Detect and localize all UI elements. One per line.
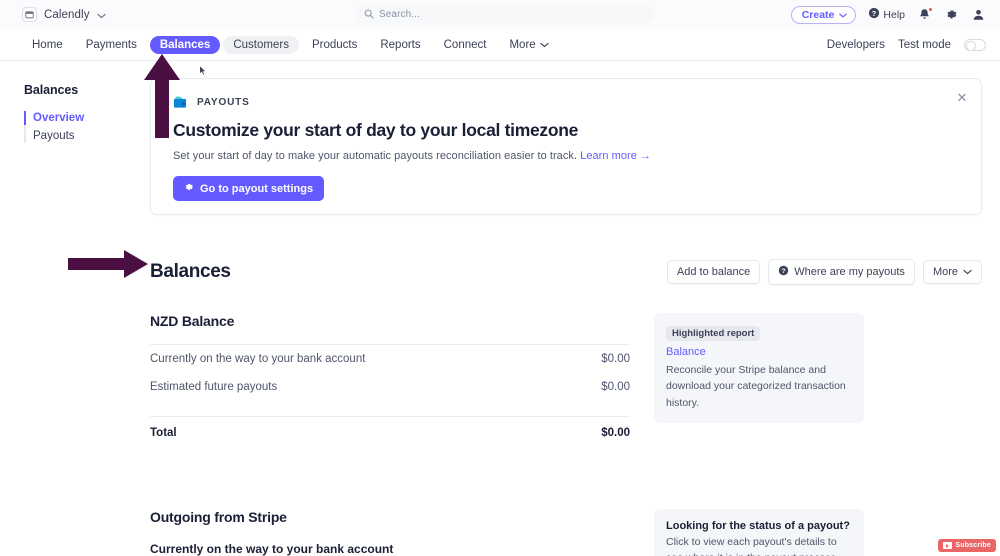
banner-learn-more-link[interactable]: Learn more → xyxy=(580,150,651,162)
stripe-dashboard-screenshot: Calendly Search... Create ? Help Home Pa… xyxy=(0,0,1000,556)
left-sidebar: Balances Overview Payouts xyxy=(0,61,150,145)
banner-body: Set your start of day to make your autom… xyxy=(173,150,961,162)
question-circle-icon: ? xyxy=(868,7,880,22)
highlighted-report-link[interactable]: Balance xyxy=(666,346,852,358)
highlighted-report-pill: Highlighted report xyxy=(666,326,761,341)
test-mode-toggle[interactable] xyxy=(964,38,986,51)
add-to-balance-label: Add to balance xyxy=(676,266,751,278)
go-to-payout-settings-label: Go to payout settings xyxy=(200,182,314,195)
balance-row-amount: $0.00 xyxy=(601,353,630,365)
notifications-button[interactable] xyxy=(917,7,933,22)
create-button-label: Create xyxy=(801,8,835,21)
play-badge-icon xyxy=(943,542,953,549)
account-name: Calendly xyxy=(44,8,90,21)
account-switcher[interactable]: Calendly xyxy=(22,6,106,24)
nav-item-reports[interactable]: Reports xyxy=(370,36,430,54)
chevron-down-icon xyxy=(963,266,972,278)
payouts-banner: PAYOUTS Customize your start of day to y… xyxy=(150,78,982,215)
balance-row: Currently on the way to your bank accoun… xyxy=(150,345,630,373)
main-content: PAYOUTS Customize your start of day to y… xyxy=(150,61,1000,556)
stripe-account-logo-icon xyxy=(22,7,37,22)
chevron-down-icon xyxy=(96,6,106,24)
subscribe-label: Subscribe xyxy=(955,542,991,549)
chevron-down-icon xyxy=(839,9,848,21)
where-are-my-payouts-button[interactable]: ? Where are my payouts xyxy=(768,259,915,285)
highlighted-report-card: Highlighted report Balance Reconcile you… xyxy=(654,313,864,423)
nav-item-payments[interactable]: Payments xyxy=(76,36,147,54)
arrow-right-icon: → xyxy=(640,150,652,162)
nav-item-products[interactable]: Products xyxy=(302,36,367,54)
page-actions: Add to balance ? Where are my payouts Mo… xyxy=(666,259,982,285)
nav-item-more[interactable]: More xyxy=(499,36,558,54)
nav-item-more-label: More xyxy=(509,38,536,51)
banner-body-text: Set your start of day to make your autom… xyxy=(173,150,578,162)
highlighted-report-column: Highlighted report Balance Reconcile you… xyxy=(654,313,864,447)
add-to-balance-button[interactable]: Add to balance xyxy=(666,260,761,284)
nav-items: Home Payments Balances Customers Product… xyxy=(22,35,559,54)
go-to-payout-settings-button[interactable]: Go to payout settings xyxy=(173,176,325,201)
wallet-icon xyxy=(173,95,188,109)
gear-icon xyxy=(184,182,194,195)
outgoing-from-stripe-section: Outgoing from Stripe Currently on the wa… xyxy=(150,509,1000,556)
outgoing-sub-heading: Currently on the way to your bank accoun… xyxy=(150,542,394,556)
settings-button[interactable] xyxy=(944,7,959,22)
create-button[interactable]: Create xyxy=(790,5,857,24)
banner-learn-more-label: Learn more xyxy=(580,150,637,162)
page-title: Balances xyxy=(150,261,231,282)
where-are-my-payouts-label: Where are my payouts xyxy=(794,266,905,278)
outgoing-panel: Outgoing from Stripe Currently on the wa… xyxy=(150,509,630,556)
more-button-label: More xyxy=(932,266,958,278)
question-circle-icon: ? xyxy=(778,265,789,279)
subscribe-overlay-badge[interactable]: Subscribe xyxy=(938,539,996,552)
banner-kicker: PAYOUTS xyxy=(173,95,961,109)
payout-status-heading: Looking for the status of a payout? xyxy=(666,520,850,532)
sidebar-item-payouts[interactable]: Payouts xyxy=(33,127,150,145)
balance-total-label: Total xyxy=(150,427,177,439)
nav-item-home[interactable]: Home xyxy=(22,36,73,54)
svg-text:?: ? xyxy=(872,9,877,18)
nzd-balance-section: NZD Balance Currently on the way to your… xyxy=(150,313,1000,447)
balance-row-label: Estimated future payouts xyxy=(150,381,278,393)
nav-item-balances[interactable]: Balances xyxy=(149,35,221,54)
nav-item-connect[interactable]: Connect xyxy=(434,36,497,54)
top-bar-actions: Create ? Help xyxy=(790,0,986,29)
payout-status-text: Click to view each payout's details to s… xyxy=(666,536,839,556)
balance-total-amount: $0.00 xyxy=(601,427,630,439)
search-placeholder: Search... xyxy=(379,9,420,20)
nzd-balance-panel: NZD Balance Currently on the way to your… xyxy=(150,313,630,447)
top-bar: Calendly Search... Create ? Help xyxy=(0,0,1000,29)
balance-total-row: Total $0.00 xyxy=(150,417,630,447)
banner-kicker-label: PAYOUTS xyxy=(197,96,250,108)
more-button[interactable]: More xyxy=(922,260,982,284)
search-icon xyxy=(364,6,374,24)
developers-link[interactable]: Developers xyxy=(827,39,885,51)
banner-heading: Customize your start of day to your loca… xyxy=(173,120,579,140)
page-header: Balances Add to balance ? Where are my p… xyxy=(150,259,982,285)
highlighted-report-text: Reconcile your Stripe balance and downlo… xyxy=(666,364,846,409)
profile-button[interactable] xyxy=(971,7,986,22)
nav-item-customers[interactable]: Customers xyxy=(223,35,299,54)
annotation-arrow-right xyxy=(66,248,150,285)
chevron-down-icon xyxy=(539,39,549,51)
sidebar-title: Balances xyxy=(24,83,79,97)
sidebar-items: Overview Payouts xyxy=(24,109,150,145)
payout-status-column: Looking for the status of a payout? Clic… xyxy=(654,509,864,556)
svg-text:?: ? xyxy=(782,268,786,275)
main-nav: Home Payments Balances Customers Product… xyxy=(0,29,1000,76)
test-mode-label: Test mode xyxy=(897,38,951,51)
close-icon[interactable]: ✕ xyxy=(955,90,969,104)
sidebar-item-overview[interactable]: Overview xyxy=(24,109,150,127)
nav-right-actions: Developers Test mode xyxy=(827,38,986,51)
help-button[interactable]: ? Help xyxy=(868,7,905,22)
balance-row-label: Currently on the way to your bank accoun… xyxy=(150,353,366,365)
balance-row-amount: $0.00 xyxy=(601,381,630,393)
payout-status-card: Looking for the status of a payout? Clic… xyxy=(654,509,864,556)
balance-row: Estimated future payouts $0.00 xyxy=(150,373,630,401)
search-input[interactable]: Search... xyxy=(355,6,655,23)
help-button-label: Help xyxy=(883,8,905,21)
outgoing-heading: Outgoing from Stripe xyxy=(150,509,287,525)
nzd-balance-heading: NZD Balance xyxy=(150,313,235,329)
notification-badge xyxy=(928,7,933,12)
